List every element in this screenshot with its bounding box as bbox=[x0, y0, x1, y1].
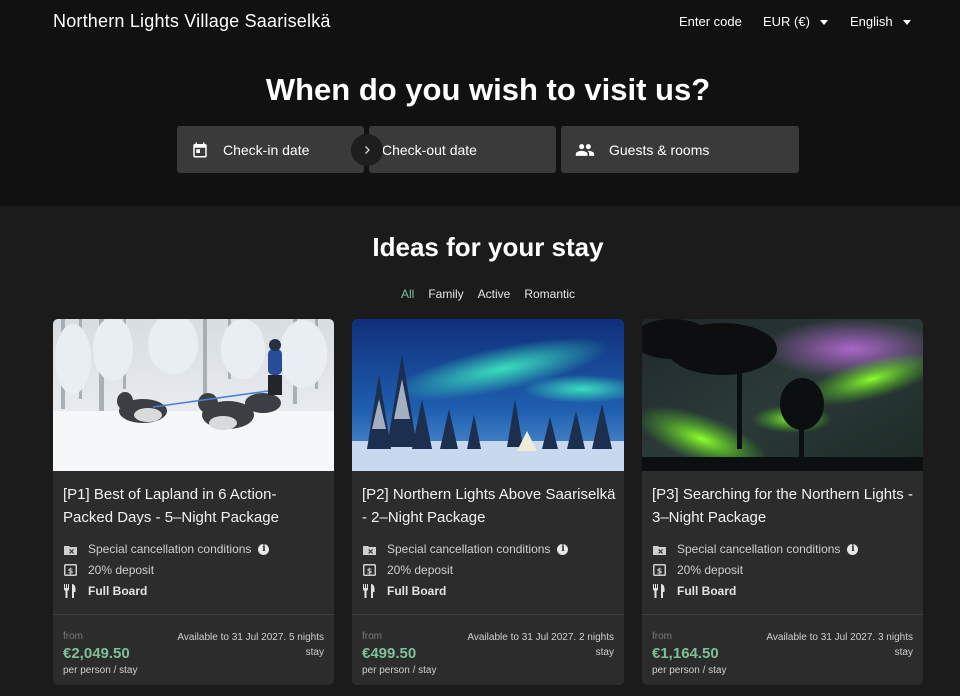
filter-family[interactable]: Family bbox=[428, 287, 463, 301]
guests-rooms-field[interactable]: Guests & rooms bbox=[561, 126, 799, 173]
info-icon[interactable]: i bbox=[258, 543, 270, 555]
chevron-right-icon bbox=[351, 134, 383, 166]
cancellation-icon bbox=[63, 542, 77, 556]
availability-text: Available to 31 Jul 2027. 2 nights stay bbox=[467, 632, 614, 658]
cancellation-label: Special cancellation conditions bbox=[677, 542, 841, 556]
cancellation-info: Special cancellation conditions i bbox=[652, 542, 859, 556]
availability-text: Available to 31 Jul 2027. 5 nights stay bbox=[177, 632, 324, 658]
price: €2,049.50 bbox=[63, 645, 130, 662]
card-divider bbox=[352, 614, 624, 615]
cutlery-icon bbox=[652, 584, 666, 598]
package-title[interactable]: [P2] Northern Lights Above Saariselkä - … bbox=[362, 483, 624, 529]
cancellation-info: Special cancellation conditions i bbox=[362, 542, 569, 556]
checkin-date-field[interactable]: Check-in date bbox=[177, 126, 364, 173]
package-card[interactable]: [P2] Northern Lights Above Saariselkä - … bbox=[352, 319, 624, 685]
svg-text:$: $ bbox=[366, 566, 372, 575]
board-label: Full Board bbox=[677, 584, 737, 598]
deposit-icon: $ bbox=[63, 563, 77, 577]
info-icon[interactable]: i bbox=[847, 543, 859, 555]
deposit-icon: $ bbox=[362, 563, 376, 577]
filter-all[interactable]: All bbox=[401, 287, 414, 301]
from-label: from bbox=[652, 631, 672, 642]
header-bar: Northern Lights Village Saariselkä Enter… bbox=[0, 0, 960, 206]
info-icon[interactable]: i bbox=[557, 543, 569, 555]
from-label: from bbox=[63, 631, 83, 642]
package-title[interactable]: [P3] Searching for the Northern Lights -… bbox=[652, 483, 914, 529]
deposit-info: $ 20% deposit bbox=[63, 563, 154, 577]
filter-active[interactable]: Active bbox=[478, 287, 511, 301]
deposit-label: 20% deposit bbox=[88, 563, 155, 577]
aurora-trees-image bbox=[642, 319, 923, 471]
checkout-date-field[interactable]: Check-out date bbox=[369, 126, 556, 173]
chevron-down-icon bbox=[819, 19, 828, 25]
filter-romantic[interactable]: Romantic bbox=[524, 287, 575, 301]
price: €499.50 bbox=[362, 645, 417, 662]
hero-title: When do you wish to visit us? bbox=[265, 72, 711, 107]
language-selector[interactable]: English bbox=[850, 14, 911, 29]
package-card[interactable]: [P3] Searching for the Northern Lights -… bbox=[642, 319, 923, 685]
checkout-label: Check-out date bbox=[382, 141, 477, 158]
cancellation-label: Special cancellation conditions bbox=[88, 542, 252, 556]
currency-label: EUR (€) bbox=[763, 14, 810, 29]
cancellation-icon bbox=[362, 542, 376, 556]
checkin-label: Check-in date bbox=[223, 141, 310, 158]
guests-label: Guests & rooms bbox=[609, 141, 710, 158]
cancellation-label: Special cancellation conditions bbox=[387, 542, 551, 556]
card-divider bbox=[53, 614, 334, 615]
language-label: English bbox=[850, 14, 893, 29]
price: €1,164.50 bbox=[652, 645, 719, 662]
deposit-info: $ 20% deposit bbox=[362, 563, 453, 577]
currency-selector[interactable]: EUR (€) bbox=[763, 14, 828, 29]
price-unit: per person / stay bbox=[63, 665, 138, 676]
northern-lights-forest-image bbox=[352, 319, 624, 471]
deposit-icon: $ bbox=[652, 563, 666, 577]
board-info: Full Board bbox=[63, 584, 147, 598]
chevron-down-icon bbox=[902, 19, 911, 25]
svg-text:$: $ bbox=[67, 566, 73, 575]
brand-name[interactable]: Northern Lights Village Saariselkä bbox=[53, 11, 331, 32]
deposit-label: 20% deposit bbox=[677, 563, 744, 577]
board-label: Full Board bbox=[387, 584, 447, 598]
people-icon bbox=[575, 140, 595, 160]
package-card[interactable]: [P1] Best of Lapland in 6 Action-Packed … bbox=[53, 319, 334, 685]
board-info: Full Board bbox=[362, 584, 446, 598]
card-divider bbox=[642, 614, 923, 615]
filter-tabs: All Family Active Romantic bbox=[0, 287, 960, 301]
enter-code-link[interactable]: Enter code bbox=[679, 14, 742, 29]
board-info: Full Board bbox=[652, 584, 736, 598]
deposit-label: 20% deposit bbox=[387, 563, 454, 577]
cutlery-icon bbox=[63, 584, 77, 598]
svg-text:$: $ bbox=[656, 566, 662, 575]
section-title: Ideas for your stay bbox=[372, 232, 604, 262]
husky-sled-image bbox=[53, 319, 334, 471]
cancellation-info: Special cancellation conditions i bbox=[63, 542, 270, 556]
package-title[interactable]: [P1] Best of Lapland in 6 Action-Packed … bbox=[63, 483, 325, 529]
deposit-info: $ 20% deposit bbox=[652, 563, 743, 577]
price-unit: per person / stay bbox=[362, 665, 437, 676]
enter-code-label: Enter code bbox=[679, 14, 742, 29]
board-label: Full Board bbox=[88, 584, 148, 598]
from-label: from bbox=[362, 631, 382, 642]
calendar-icon bbox=[191, 141, 209, 159]
cutlery-icon bbox=[362, 584, 376, 598]
availability-text: Available to 31 Jul 2027. 3 nights stay bbox=[766, 632, 913, 658]
price-unit: per person / stay bbox=[652, 665, 727, 676]
cancellation-icon bbox=[652, 542, 666, 556]
